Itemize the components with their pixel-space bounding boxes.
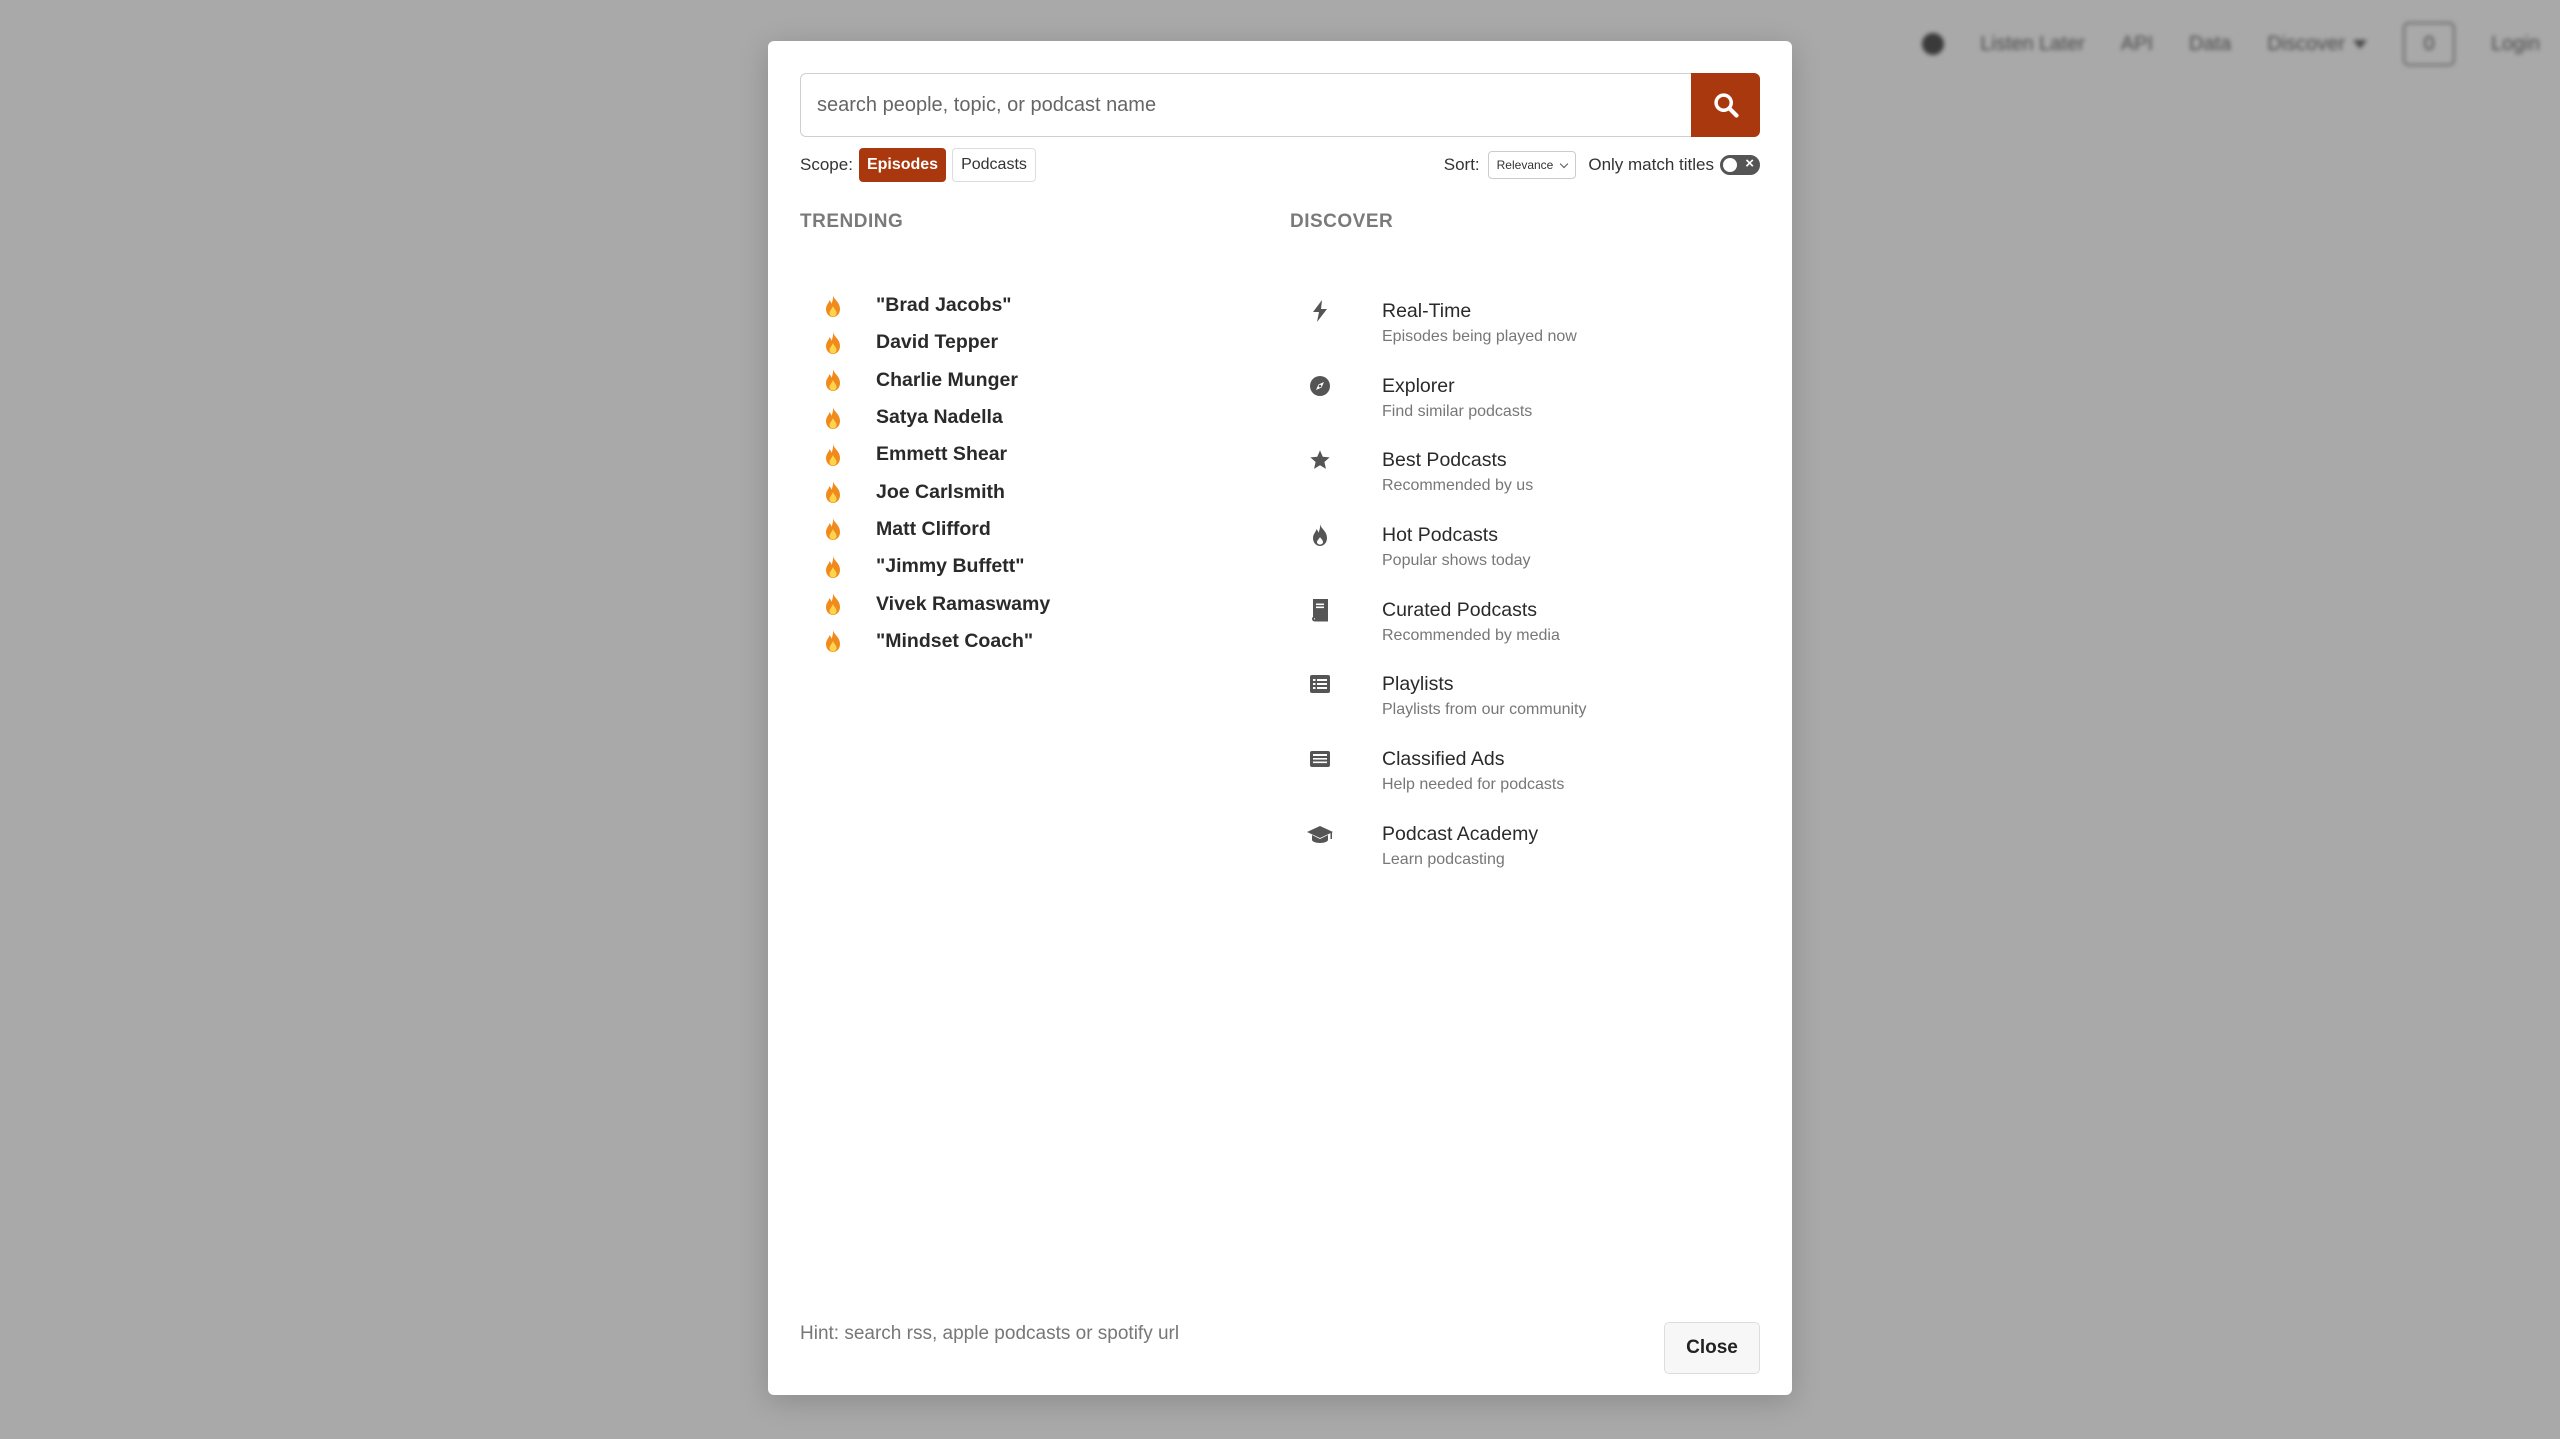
trending-item[interactable]: Emmett Shear (800, 436, 1260, 473)
search-bar (800, 73, 1760, 137)
discover-title: Real-Time (1382, 300, 1472, 322)
trending-label: Joe Carlsmith (876, 480, 1005, 503)
discover-item-hot-podcasts[interactable]: Hot Podcasts Popular shows today (1290, 520, 1760, 595)
chevron-down-icon (2353, 39, 2368, 49)
fire-icon (812, 555, 854, 579)
discover-title: Playlists (1382, 673, 1454, 696)
search-button[interactable] (1691, 73, 1760, 137)
nav-discover: Discover (2267, 33, 2368, 56)
fire-icon (812, 294, 854, 318)
compass-icon (1300, 371, 1340, 401)
trending-item[interactable]: Matt Clifford (800, 511, 1260, 548)
search-modal: Scope: Episodes Podcasts Sort: Relevance… (768, 41, 1792, 1395)
nav-login: Login (2491, 32, 2540, 55)
fire-icon (812, 443, 854, 467)
star-icon (1300, 445, 1340, 475)
search-hint: Hint: search rss, apple podcasts or spot… (800, 1323, 1180, 1344)
trending-item[interactable]: "Brad Jacobs" (800, 287, 1260, 324)
nav-data: Data (2189, 32, 2232, 55)
discover-subtitle: Episodes being played now (1382, 328, 1577, 345)
fire-icon (812, 368, 854, 392)
close-icon: × (1745, 155, 1754, 172)
trending-item[interactable]: "Mindset Coach" (800, 623, 1260, 660)
discover-list: Real-Time Episodes being played now Expl… (1290, 296, 1760, 894)
discover-item-playlists[interactable]: Playlists Playlists from our community (1290, 669, 1760, 744)
discover-item-classified-ads[interactable]: Classified Ads Help needed for podcasts (1290, 744, 1760, 819)
nav-listen-later: Listen Later (1980, 32, 2085, 55)
trending-item[interactable]: Satya Nadella (800, 399, 1260, 436)
search-input[interactable] (800, 73, 1691, 137)
trending-label: "Brad Jacobs" (876, 294, 1012, 317)
trending-item[interactable]: David Tepper (800, 324, 1260, 361)
discover-item-curated-podcasts[interactable]: Curated Podcasts Recommended by media (1290, 595, 1760, 670)
flame-icon (1300, 520, 1340, 550)
trending-label: Emmett Shear (876, 443, 1008, 466)
chevron-down-icon (1560, 159, 1569, 168)
nav-counter-box: 0 (2403, 22, 2456, 66)
close-button[interactable]: Close (1664, 1322, 1760, 1374)
discover-subtitle: Learn podcasting (1382, 850, 1505, 868)
discover-subtitle: Recommended by us (1382, 477, 1534, 495)
fire-icon (812, 517, 854, 541)
sort-select[interactable]: Relevance (1487, 151, 1577, 179)
trending-list: "Brad Jacobs" David Tepper Charlie Munge… (800, 287, 1260, 660)
scope-label: Scope: (800, 155, 853, 174)
trending-label: Matt Clifford (876, 517, 991, 540)
trending-label: Satya Nadella (876, 406, 1003, 429)
discover-item-best-podcasts[interactable]: Best Podcasts Recommended by us (1290, 445, 1760, 520)
discover-title: Best Podcasts (1382, 449, 1507, 472)
discover-item-explorer[interactable]: Explorer Find similar podcasts (1290, 371, 1760, 446)
discover-subtitle: Find similar podcasts (1382, 402, 1533, 420)
discover-item-podcast-academy[interactable]: Podcast Academy Learn podcasting (1290, 819, 1760, 894)
trending-label: David Tepper (876, 331, 999, 354)
trending-item[interactable]: Charlie Munger (800, 362, 1260, 399)
only-match-titles-label: Only match titles (1588, 155, 1714, 174)
discover-subtitle: Popular shows today (1382, 552, 1531, 570)
graduation-cap-icon (1300, 819, 1340, 849)
discover-title: Hot Podcasts (1382, 524, 1498, 547)
sort-label: Sort: (1443, 155, 1480, 174)
search-options: Scope: Episodes Podcasts Sort: Relevance… (800, 147, 1760, 183)
discover-subtitle: Help needed for podcasts (1382, 776, 1565, 794)
trending-label: Charlie Munger (876, 368, 1018, 391)
discover-subtitle: Playlists from our community (1382, 701, 1587, 719)
only-match-titles-toggle[interactable]: × (1720, 155, 1760, 175)
trending-item[interactable]: "Jimmy Buffett" (800, 548, 1260, 585)
nav-api: API (2120, 32, 2154, 55)
scope-podcasts-button[interactable]: Podcasts (952, 148, 1036, 182)
trending-label: "Mindset Coach" (876, 629, 1034, 652)
list-icon (1300, 669, 1340, 699)
fire-icon (812, 629, 854, 653)
trending-heading: TRENDING (800, 211, 904, 232)
discover-title: Classified Ads (1382, 748, 1505, 771)
newspaper-icon (1300, 744, 1340, 774)
toggle-knob (1723, 158, 1737, 172)
trending-item[interactable]: Joe Carlsmith (800, 473, 1260, 510)
bolt-icon (1300, 296, 1340, 326)
fire-icon (812, 406, 854, 430)
fire-icon (812, 480, 854, 504)
trending-label: "Jimmy Buffett" (876, 555, 1025, 578)
sort-value: Relevance (1496, 158, 1554, 172)
discover-title: Curated Podcasts (1382, 598, 1538, 621)
discover-title: Explorer (1382, 374, 1455, 397)
fire-icon (812, 592, 854, 616)
fire-icon (812, 331, 854, 355)
discover-title: Podcast Academy (1382, 822, 1539, 845)
search-icon (1713, 93, 1739, 118)
discover-subtitle: Recommended by media (1382, 626, 1560, 644)
trending-item[interactable]: Vivek Ramaswamy (800, 585, 1260, 622)
book-icon (1300, 595, 1340, 625)
discover-heading: DISCOVER (1290, 211, 1394, 232)
scope-episodes-button[interactable]: Episodes (858, 148, 947, 182)
background-nav: Listen Later API Data Discover 0 Login (1922, 22, 2560, 66)
theme-toggle-icon (1922, 33, 1945, 55)
discover-item-real-time[interactable]: Real-Time Episodes being played now (1290, 296, 1760, 371)
trending-label: Vivek Ramaswamy (876, 592, 1051, 615)
